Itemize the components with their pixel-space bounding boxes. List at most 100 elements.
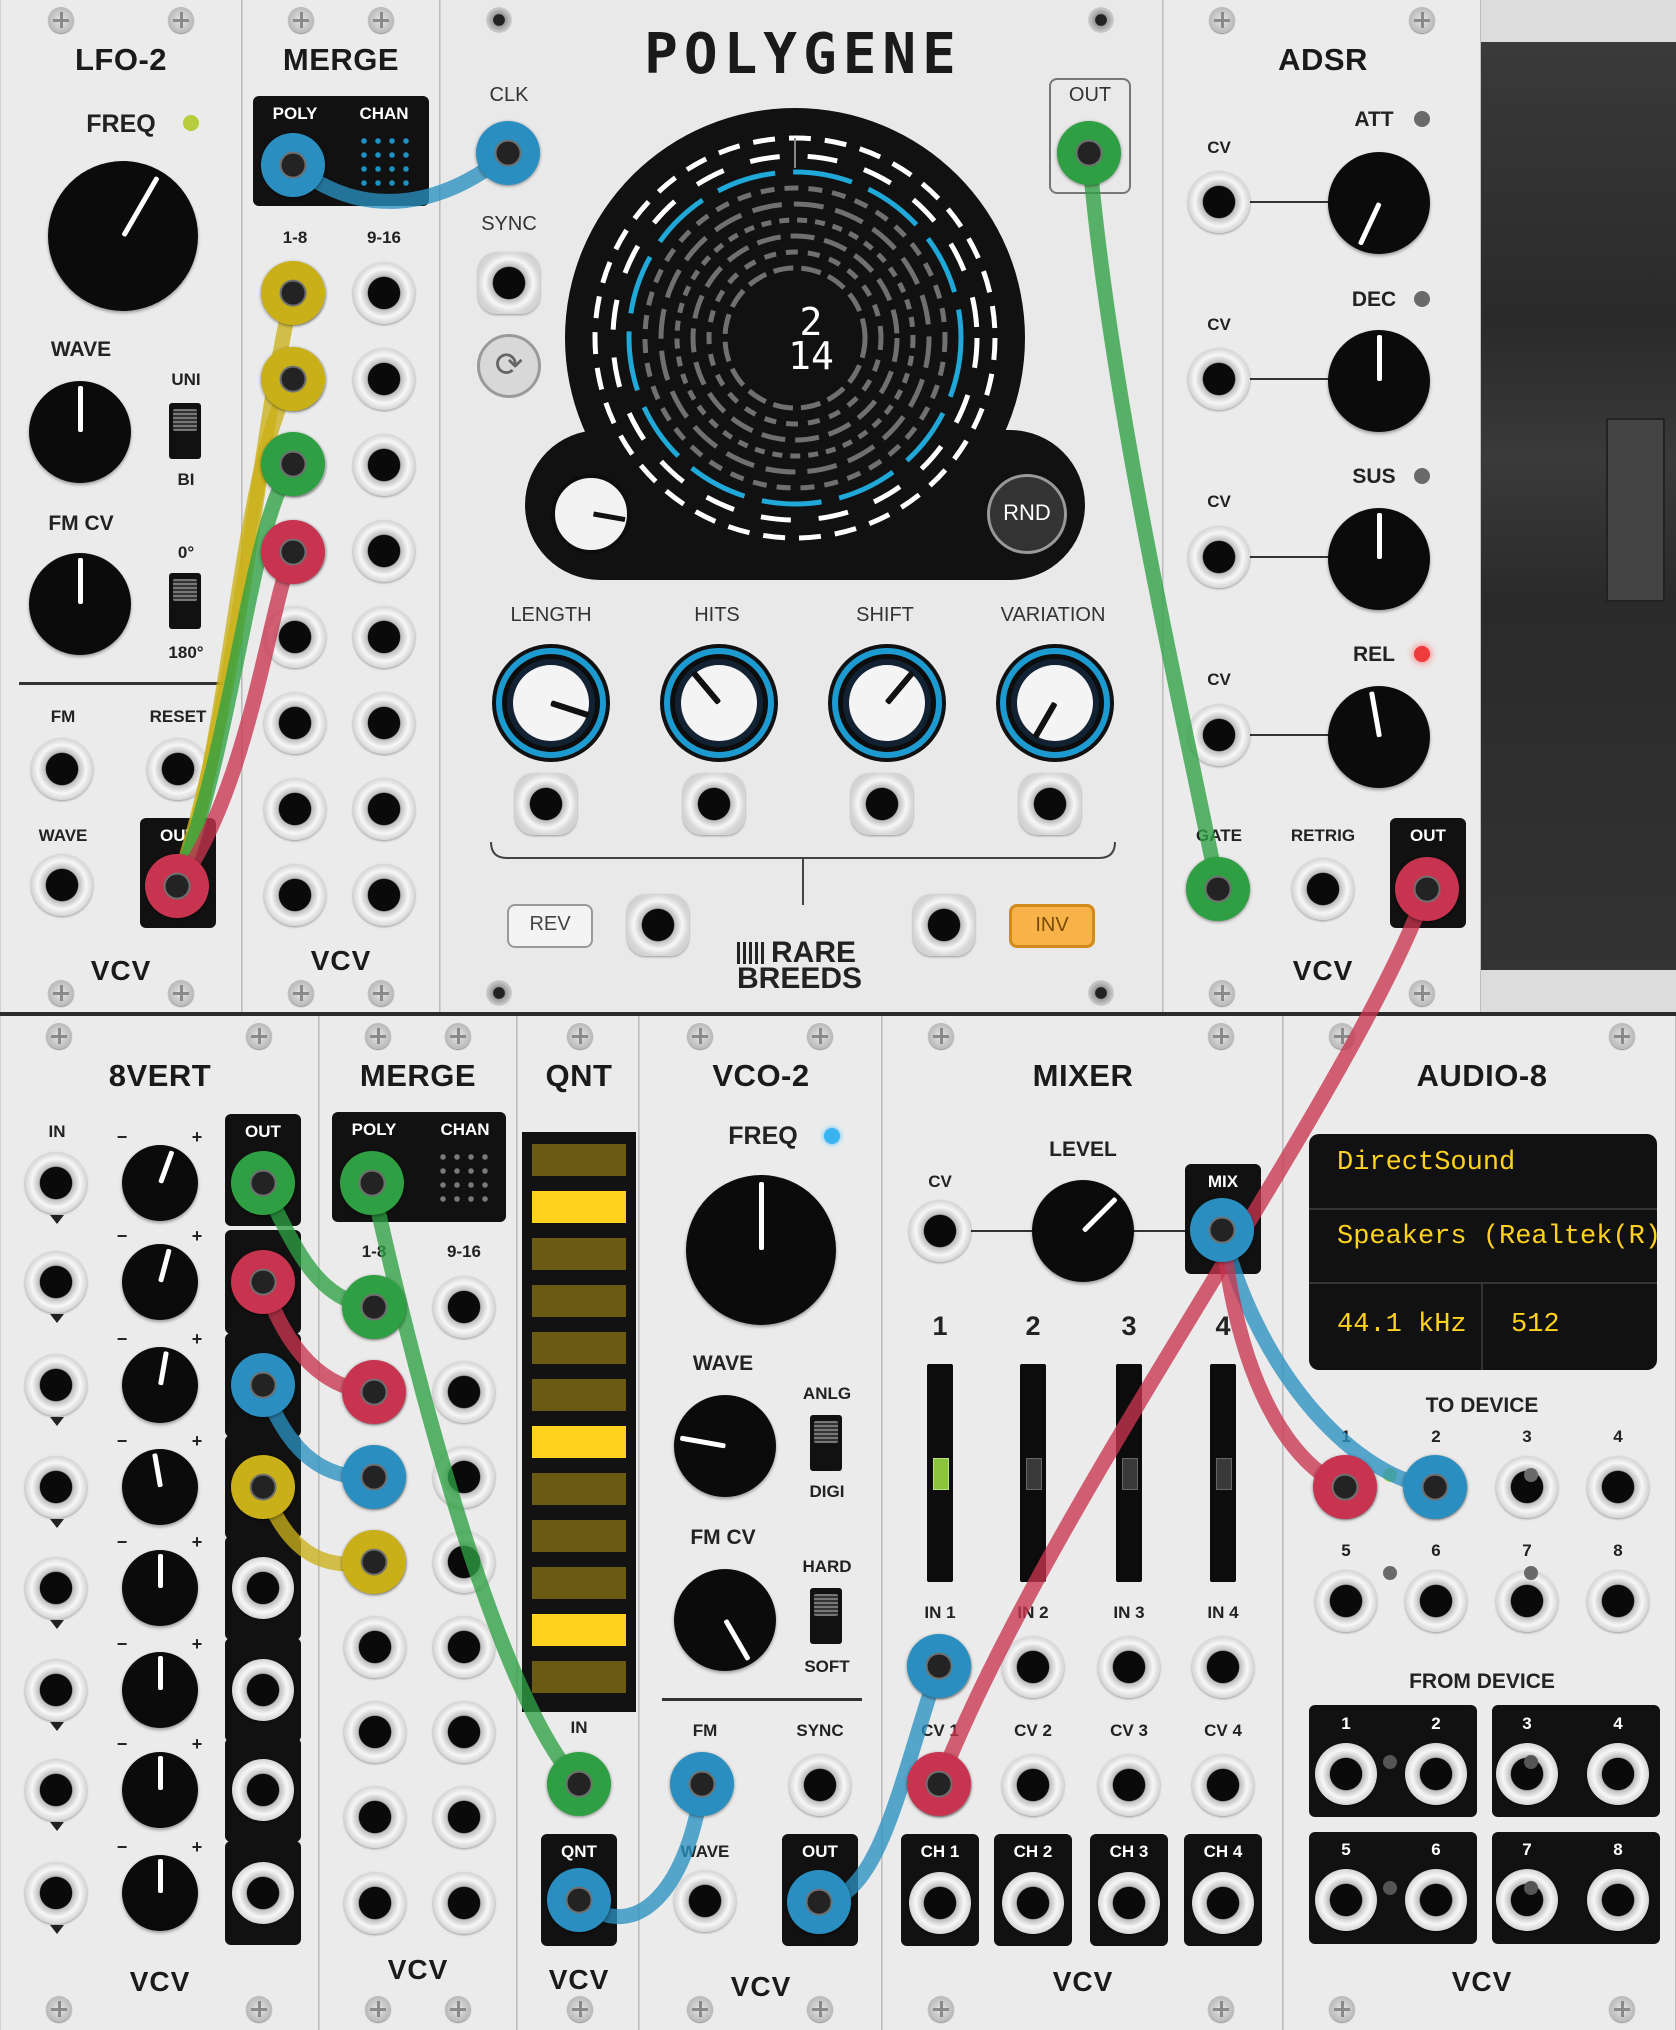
merge-input-jack[interactable] [264,864,326,926]
cable-plug[interactable] [261,133,325,197]
merge-input-jack[interactable] [433,1276,495,1338]
merge-input-jack[interactable] [353,520,415,582]
note-button[interactable] [532,1144,626,1176]
channel-input-jack[interactable] [1098,1636,1160,1698]
row-input-jack[interactable] [25,1251,87,1313]
note-button[interactable] [532,1332,626,1364]
cable-plug[interactable] [231,1455,295,1519]
att-knob[interactable] [1328,152,1430,254]
cable-plug[interactable] [231,1151,295,1215]
rel-knob[interactable] [1328,686,1430,788]
row-input-jack[interactable] [25,1862,87,1924]
row-input-jack[interactable] [25,1557,87,1619]
channel-cv-jack[interactable] [1098,1754,1160,1816]
cable-plug[interactable] [907,1752,971,1816]
rev-button[interactable]: REV [507,904,593,948]
cable-plug[interactable] [342,1360,406,1424]
from-device-jack[interactable] [1496,1743,1558,1805]
att-cv-jack[interactable] [1188,171,1250,233]
gain-knob[interactable] [122,1550,198,1626]
fm-input-jack[interactable] [31,738,93,800]
cable-plug[interactable] [547,1868,611,1932]
to-device-jack[interactable] [1496,1456,1558,1518]
sus-knob[interactable] [1328,508,1430,610]
row-input-jack[interactable] [25,1456,87,1518]
hard-soft-switch[interactable] [810,1588,842,1644]
merge-input-jack[interactable] [264,606,326,668]
uni-bi-switch[interactable] [169,403,201,459]
channel-cv-jack[interactable] [1002,1754,1064,1816]
channel-fader[interactable] [1020,1364,1046,1582]
note-button[interactable] [532,1191,626,1223]
cable-plug[interactable] [1313,1455,1377,1519]
gain-knob[interactable] [122,1752,198,1828]
to-device-jack[interactable] [1315,1570,1377,1632]
wave-knob[interactable] [29,381,131,483]
channel-out-jack[interactable] [1002,1872,1064,1934]
cable-plug[interactable] [145,854,209,918]
from-device-jack[interactable] [1587,1869,1649,1931]
note-button[interactable] [532,1567,626,1599]
cable-plug[interactable] [261,261,325,325]
fm-cv-knob[interactable] [29,553,131,655]
cable-plug[interactable] [547,1752,611,1816]
cable-plug[interactable] [787,1870,851,1934]
cable-plug[interactable] [476,121,540,185]
from-device-jack[interactable] [1315,1743,1377,1805]
merge-input-jack[interactable] [353,262,415,324]
merge-input-jack[interactable] [433,1616,495,1678]
cable-plug[interactable] [670,1752,734,1816]
gain-knob[interactable] [122,1449,198,1525]
from-device-jack[interactable] [1587,1743,1649,1805]
note-button[interactable] [532,1520,626,1552]
channel-out-jack[interactable] [1192,1872,1254,1934]
merge-input-jack[interactable] [353,778,415,840]
to-device-jack[interactable] [1587,1456,1649,1518]
merge-input-jack[interactable] [433,1361,495,1423]
freq-knob[interactable] [48,161,198,311]
gain-knob[interactable] [122,1145,198,1221]
retrig-input-jack[interactable] [1292,858,1354,920]
merge-input-jack[interactable] [433,1531,495,1593]
cable-plug[interactable] [1395,857,1459,921]
cable-plug[interactable] [261,347,325,411]
gain-knob[interactable] [122,1347,198,1423]
note-button[interactable] [532,1473,626,1505]
note-button[interactable] [532,1238,626,1270]
merge-input-jack[interactable] [264,778,326,840]
cable-plug[interactable] [261,432,325,496]
reset-input-jack[interactable] [147,738,209,800]
channel-fader[interactable] [1116,1364,1142,1582]
row-input-jack[interactable] [25,1759,87,1821]
merge-input-jack[interactable] [353,864,415,926]
cable-plug[interactable] [340,1151,404,1215]
sus-cv-jack[interactable] [1188,526,1250,588]
cable-plug[interactable] [231,1250,295,1314]
channel-out-jack[interactable] [909,1872,971,1934]
inv-cv-jack[interactable] [913,894,975,956]
channel-input-jack[interactable] [1192,1636,1254,1698]
fm-cv-knob[interactable] [674,1569,776,1671]
merge-input-jack[interactable] [344,1701,406,1763]
channel-fader[interactable] [927,1364,953,1582]
channel-cv-jack[interactable] [1192,1754,1254,1816]
channel-out-jack[interactable] [1098,1872,1160,1934]
cable-plug[interactable] [1403,1455,1467,1519]
from-device-jack[interactable] [1405,1869,1467,1931]
from-device-jack[interactable] [1315,1869,1377,1931]
freq-knob[interactable] [686,1175,836,1325]
cable-plug[interactable] [231,1353,295,1417]
row-input-jack[interactable] [25,1354,87,1416]
rel-cv-jack[interactable] [1188,704,1250,766]
merge-input-jack[interactable] [353,692,415,754]
from-device-jack[interactable] [1405,1743,1467,1805]
row-output-jack[interactable] [232,1862,294,1924]
row-output-jack[interactable] [232,1557,294,1619]
cable-plug[interactable] [342,1275,406,1339]
cable-plug[interactable] [1186,857,1250,921]
cable-plug[interactable] [261,520,325,584]
merge-input-jack[interactable] [353,348,415,410]
note-button[interactable] [532,1285,626,1317]
merge-input-jack[interactable] [344,1616,406,1678]
sync-input-jack[interactable] [789,1754,851,1816]
